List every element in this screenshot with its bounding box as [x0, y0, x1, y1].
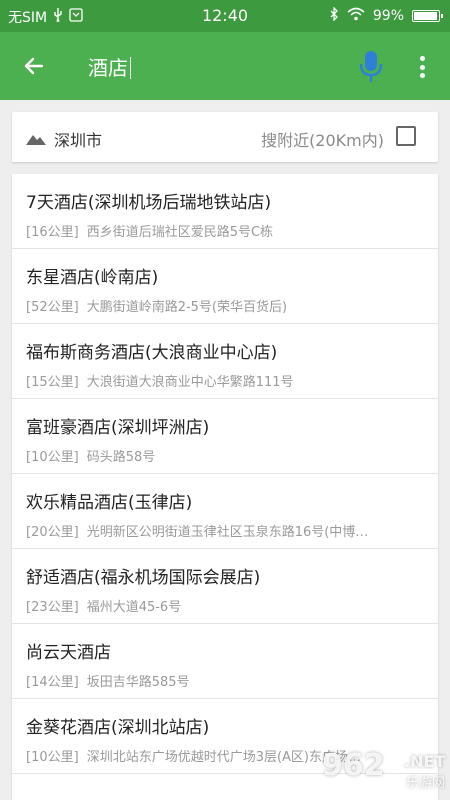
hotel-name: 福布斯商务酒店(大浪商业中心店) — [26, 343, 278, 363]
hotel-distance: [10公里] — [26, 750, 79, 765]
hotel-distance: [14公里] — [26, 675, 79, 690]
list-item[interactable]: 7天酒店(深圳机场后瑞地铁站店) [16公里] 西乡街道后瑞社区爱民路5号C栋 — [12, 174, 438, 249]
results-list: 7天酒店(深圳机场后瑞地铁站店) [16公里] 西乡街道后瑞社区爱民路5号C栋 东… — [12, 174, 438, 800]
hotel-name: 尚云天酒店 — [26, 643, 111, 663]
hotel-distance: [15公里] — [26, 375, 79, 390]
hotel-address: 福州大道45-6号 — [86, 600, 182, 615]
hotel-distance: [16公里] — [26, 225, 79, 240]
more-options-button[interactable] — [410, 52, 434, 82]
back-button[interactable] — [14, 46, 54, 86]
hotel-name: 富班豪酒店(深圳坪洲店) — [26, 418, 210, 438]
hotel-address: 西乡街道后瑞社区爱民路5号C栋 — [86, 225, 274, 240]
more-vert-icon-dot — [419, 64, 425, 70]
battery-percent: 99% — [372, 8, 404, 24]
battery-icon — [412, 10, 443, 22]
hotel-address: 坂田吉华路585号 — [86, 675, 190, 690]
hotel-distance: [20公里] — [26, 525, 79, 540]
arrow-left-icon — [24, 57, 44, 75]
list-item[interactable]: 福布斯商务酒店(大浪商业中心店) [15公里] 大浪街道大浪商业中心华繁路111号 — [12, 324, 438, 399]
hotel-name: 7天酒店(深圳机场后瑞地铁站店) — [26, 193, 272, 213]
hotel-distance: [23公里] — [26, 600, 79, 615]
hotel-name: 欢乐精品酒店(玉律店) — [26, 493, 193, 513]
status-bar: 无SIM 12:40 99% — [0, 0, 450, 32]
list-item[interactable]: 富班豪酒店(深圳坪洲店) [10公里] 码头路58号 — [12, 399, 438, 474]
hotel-address: 大鹏街道岭南路2-5号(荣华百货后) — [86, 300, 288, 315]
watermark-net: .NET — [404, 752, 446, 771]
mountain-icon — [26, 130, 46, 149]
site-watermark: 962 .NET 乐游网 — [310, 744, 450, 800]
bluetooth-icon — [329, 6, 339, 25]
hotel-address: 光明新区公明街道玉律社区玉泉东路16号(中博… — [86, 525, 369, 540]
list-item[interactable]: 尚云天酒店 [14公里] 坂田吉华路585号 — [12, 624, 438, 699]
nearby-checkbox[interactable] — [396, 126, 416, 146]
search-filter-bar: 深圳市 搜附近(20Km内) — [12, 112, 438, 162]
hotel-name: 金葵花酒店(深圳北站店) — [26, 718, 210, 738]
voice-search-button[interactable] — [356, 50, 386, 84]
hotel-distance: [52公里] — [26, 300, 79, 315]
search-app-bar: 酒店 — [0, 32, 450, 100]
city-selector[interactable]: 深圳市 — [54, 127, 102, 151]
more-vert-icon — [419, 56, 425, 61]
watermark-number: 962 — [322, 748, 385, 783]
hotel-name: 舒适酒店(福永机场国际会展店) — [26, 568, 261, 588]
watermark-site-name: 乐游网 — [406, 776, 446, 791]
hotel-address: 大浪街道大浪商业中心华繁路111号 — [86, 375, 294, 390]
more-vert-icon-dot — [419, 73, 425, 78]
hotel-distance: [10公里] — [26, 450, 79, 465]
microphone-icon — [359, 51, 383, 82]
nearby-label: 搜附近(20Km内) — [261, 131, 384, 150]
wifi-icon — [347, 7, 365, 25]
hotel-name: 东星酒店(岭南店) — [26, 268, 159, 288]
search-input[interactable]: 酒店 — [88, 52, 131, 81]
text-caret — [130, 57, 131, 79]
list-item[interactable]: 东星酒店(岭南店) [52公里] 大鹏街道岭南路2-5号(荣华百货后) — [12, 249, 438, 324]
list-item[interactable]: 欢乐精品酒店(玉律店) [20公里] 光明新区公明街道玉律社区玉泉东路16号(中博… — [12, 474, 438, 549]
hotel-address: 码头路58号 — [86, 450, 156, 465]
list-item[interactable]: 舒适酒店(福永机场国际会展店) [23公里] 福州大道45-6号 — [12, 549, 438, 624]
search-query: 酒店 — [88, 56, 128, 80]
